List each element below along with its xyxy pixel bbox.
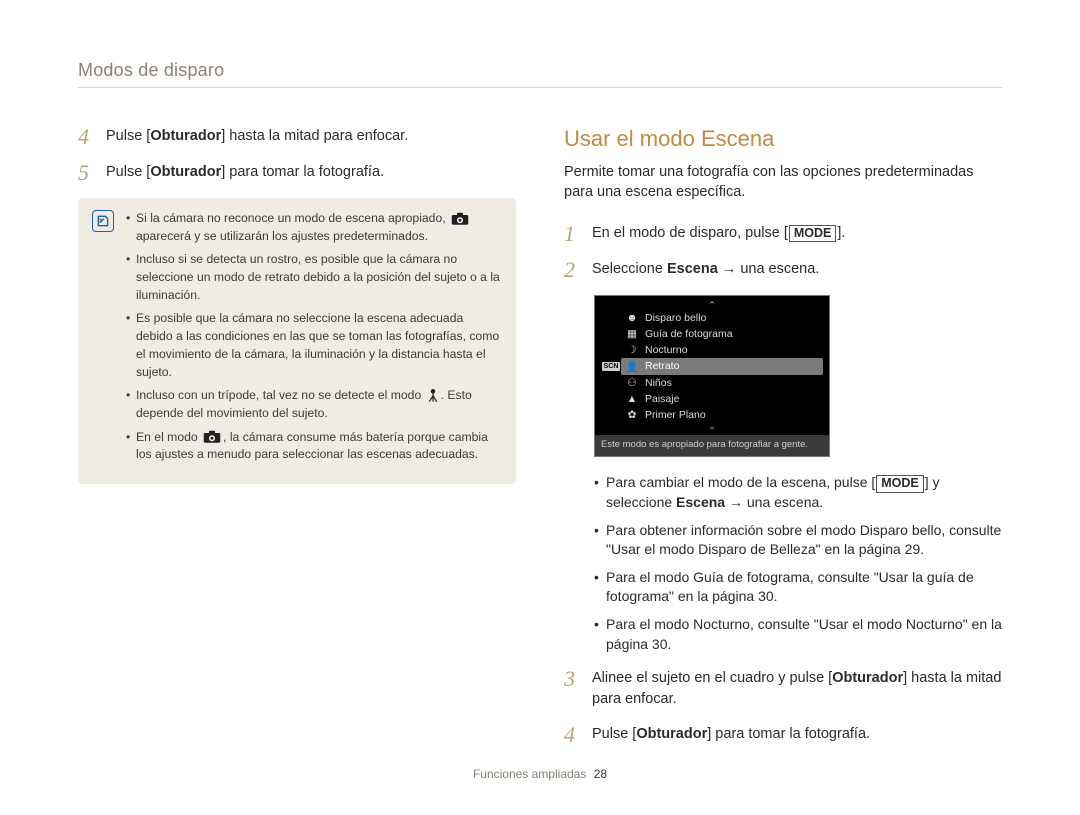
step-text: Pulse [Obturador] hasta la mitad para en… (106, 126, 408, 147)
left-column: 4 Pulse [Obturador] hasta la mitad para e… (78, 126, 516, 760)
mode-button: MODE (789, 225, 837, 243)
face-icon: ☻ (625, 312, 639, 324)
step-number: 5 (78, 162, 96, 184)
step-number: 3 (564, 668, 582, 690)
tripod-icon (427, 389, 439, 403)
step-text-post: ]. (837, 225, 845, 241)
scn-badge: SCN (602, 362, 621, 371)
step: 4 Pulse [Obturador] hasta la mitad para e… (78, 126, 516, 148)
scene-item-label: Primer Plano (645, 409, 706, 421)
sub-bullet: Para el modo Nocturno, consulte "Usar el… (594, 615, 1002, 654)
step-3: 3 Alinee el sujeto en el cuadro y pulse … (564, 668, 1002, 710)
scene-item-label: Paisaje (645, 393, 679, 405)
breadcrumb: Modos de disparo (78, 60, 1002, 88)
scene-item-label: Disparo bello (645, 312, 706, 324)
scene-menu-row[interactable]: ☻ Disparo bello (601, 310, 823, 326)
scene-badge-slot (601, 408, 621, 422)
scene-badge-slot (601, 392, 621, 406)
baby-icon: ⚇ (625, 377, 639, 389)
person-icon: 👤 (625, 360, 639, 373)
step-text: En el modo de disparo, pulse [MODE]. (592, 223, 845, 244)
page: Modos de disparo 4 Pulse [Obturador] hast… (0, 0, 1080, 815)
scene-menu-body: ⌃ ☻ Disparo bello ▦ Guía de fotograma ☽ Noctu… (595, 296, 829, 435)
sub-bullet: Para el modo Guía de fotograma, consulte… (594, 568, 1002, 607)
step-1: 1 En el modo de disparo, pulse [MODE]. (564, 223, 1002, 245)
note-item: Es posible que la cámara no seleccione l… (126, 310, 502, 381)
scene-menu-row[interactable]: ⚇ Niños (601, 375, 823, 391)
sub-bullet: Para obtener información sobre el modo D… (594, 521, 1002, 560)
scene-item-label: Niños (645, 377, 672, 389)
scene-menu-row[interactable]: ☽ Nocturno (601, 342, 823, 358)
scene-badge-slot (601, 343, 621, 357)
moon-icon: ☽ (625, 344, 639, 356)
scene-badge-slot (601, 311, 621, 325)
footer-section: Funciones ampliadas (473, 767, 586, 781)
scene-item[interactable]: ▲ Paisaje (621, 391, 823, 407)
scene-item[interactable]: ✿ Primer Plano (621, 407, 823, 423)
scene-menu-row[interactable]: ▦ Guía de fotograma (601, 326, 823, 342)
scene-badge-slot (601, 327, 621, 341)
note-box: Si la cámara no reconoce un modo de esce… (78, 198, 516, 484)
note-list: Si la cámara no reconoce un modo de esce… (126, 210, 502, 470)
scene-item-label: Guía de fotograma (645, 328, 733, 340)
smart-camera-icon (203, 430, 221, 444)
scene-menu-row[interactable]: ▲ Paisaje (601, 391, 823, 407)
smart-camera-icon (451, 212, 469, 226)
step-number: 2 (564, 259, 582, 281)
scene-item[interactable]: 👤 Retrato (621, 358, 823, 375)
scene-menu-row[interactable]: SCN 👤 Retrato (601, 358, 823, 375)
step-number: 1 (564, 223, 582, 245)
step-text: Seleccione Escena → una escena. (592, 259, 819, 280)
note-icon (92, 210, 114, 232)
note-item: Incluso con un trípode, tal vez no se de… (126, 387, 502, 422)
step-4: 4 Pulse [Obturador] para tomar la fotogr… (564, 724, 1002, 746)
scene-item-label: Retrato (645, 360, 679, 372)
step-number: 4 (78, 126, 96, 148)
scene-menu-tip: Este modo es apropiado para fotografiar … (595, 435, 829, 457)
note-item: Incluso si se detecta un rostro, es posi… (126, 251, 502, 304)
step: 5 Pulse [Obturador] para tomar la fotogra… (78, 162, 516, 184)
step-text: Alinee el sujeto en el cuadro y pulse [O… (592, 668, 1002, 710)
step-number: 4 (564, 724, 582, 746)
mountain-icon: ▲ (625, 393, 639, 405)
flower-icon: ✿ (625, 409, 639, 421)
step-text: Pulse [Obturador] para tomar la fotograf… (592, 724, 870, 745)
scene-badge-slot: SCN (601, 359, 621, 373)
scene-item-label: Nocturno (645, 344, 688, 356)
scene-item[interactable]: ▦ Guía de fotograma (621, 326, 823, 342)
step-2: 2 Seleccione Escena → una escena. (564, 259, 1002, 281)
scene-item[interactable]: ☽ Nocturno (621, 342, 823, 358)
mode-button: MODE (876, 475, 924, 493)
section-title: Usar el modo Escena (564, 126, 1002, 152)
note-item: En el modo , la cámara consume más bater… (126, 429, 502, 464)
page-number: 28 (594, 767, 607, 781)
scene-item[interactable]: ⚇ Niños (621, 375, 823, 391)
scroll-down-icon: ⌄ (601, 423, 823, 431)
columns: 4 Pulse [Obturador] hasta la mitad para e… (78, 126, 1002, 760)
section-intro: Permite tomar una fotografía con las opc… (564, 162, 1002, 203)
frame-icon: ▦ (625, 328, 639, 340)
scroll-up-icon: ⌃ (601, 302, 823, 310)
note-item: Si la cámara no reconoce un modo de esce… (126, 210, 502, 245)
footer: Funciones ampliadas 28 (0, 767, 1080, 781)
right-column: Usar el modo Escena Permite tomar una fo… (564, 126, 1002, 760)
scene-menu: ⌃ ☻ Disparo bello ▦ Guía de fotograma ☽ Noctu… (594, 295, 830, 458)
sub-bullet-list: Para cambiar el modo de la escena, pulse… (594, 473, 1002, 654)
step-text-pre: En el modo de disparo, pulse [ (592, 225, 788, 241)
scene-badge-slot (601, 376, 621, 390)
sub-bullet: Para cambiar el modo de la escena, pulse… (594, 473, 1002, 512)
scene-item[interactable]: ☻ Disparo bello (621, 310, 823, 326)
step-text: Pulse [Obturador] para tomar la fotograf… (106, 162, 384, 183)
